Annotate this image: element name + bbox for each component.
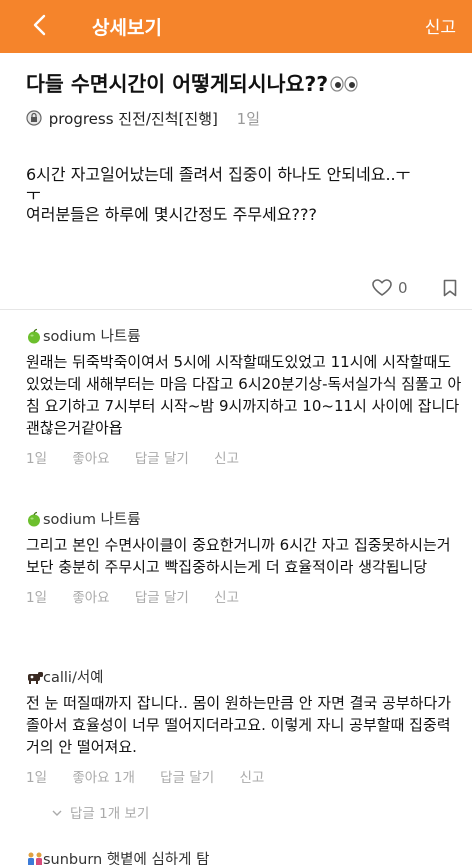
apple-icon xyxy=(26,328,42,344)
comment-author-name: calli/서예 xyxy=(43,670,104,686)
comment-author[interactable]: sodium 나트륨 xyxy=(26,508,462,528)
post-body-line: 여러분들은 하루에 몇시간정도 주무세요??? xyxy=(26,205,317,224)
view-replies-label: 답글 1개 보기 xyxy=(70,806,150,822)
post-body: 6시간 자고일어났는데 졸려서 집중이 하나도 안되네요..ㅜ ㅜ 여러분들은 … xyxy=(26,165,456,225)
post-body-line: ㅜ xyxy=(26,185,41,204)
comment-time: 1일 xyxy=(26,770,48,786)
view-replies-button[interactable]: 답글 1개 보기 xyxy=(52,802,149,822)
comment-like-button[interactable]: 좋아요 xyxy=(72,451,109,467)
bookmark-icon xyxy=(443,279,457,297)
comment-author[interactable]: sodium 나트륨 xyxy=(26,325,462,345)
page-title: 상세보기 xyxy=(92,17,162,39)
comment-time: 1일 xyxy=(26,590,48,606)
comment-actions: 1일 좋아요 1개 답글 달기 신고 xyxy=(26,766,462,786)
comment-time: 1일 xyxy=(26,451,48,467)
lock-icon xyxy=(26,109,42,131)
comment-text: 그리고 본인 수면사이클이 중요한거니까 6시간 자고 집중못하시는거보단 충분… xyxy=(26,536,451,576)
post-actions: 0 xyxy=(0,277,472,301)
post-meta: progress 진전/진척[진행] 1일 xyxy=(26,108,260,131)
comment-item: sunburn 햇볕에 심하게 탐 xyxy=(26,848,462,865)
comment-item: sodium 나트륨 그리고 본인 수면사이클이 중요한거니까 6시간 자고 집… xyxy=(26,508,462,606)
report-button[interactable]: 신고 xyxy=(425,13,456,38)
comment-author[interactable]: calli/서예 xyxy=(26,666,462,686)
comment-reply-button[interactable]: 답글 달기 xyxy=(160,770,214,786)
section-divider xyxy=(0,309,472,310)
eyes-icon xyxy=(330,73,358,97)
comment-report-button[interactable]: 신고 xyxy=(214,451,239,467)
comment-reply-button[interactable]: 답글 달기 xyxy=(135,451,189,467)
comment-text: 원래는 뒤죽박죽이여서 5시에 시작할때도있었고 11시에 시작할때도 있었는데… xyxy=(26,353,462,437)
comment-author-name: sodium 나트륨 xyxy=(43,512,141,528)
cow-icon xyxy=(26,669,43,685)
comment-author-name: sunburn 햇볕에 심하게 탐 xyxy=(43,852,210,865)
top-app-bar: 상세보기 신고 xyxy=(0,0,472,53)
people-icon xyxy=(26,851,42,865)
like-count: 0 xyxy=(398,278,408,297)
post-author[interactable]: progress 진전/진척[진행] xyxy=(49,110,218,128)
like-button[interactable]: 0 xyxy=(372,277,408,299)
comment-actions: 1일 좋아요 답글 달기 신고 xyxy=(26,447,462,467)
post-title-text: 다들 수면시간이 어떻게되시나요?? xyxy=(26,72,329,96)
comment-report-button[interactable]: 신고 xyxy=(214,590,239,606)
bookmark-button[interactable] xyxy=(443,279,457,301)
post-title: 다들 수면시간이 어떻게되시나요?? xyxy=(26,67,358,97)
comment-like-button[interactable]: 좋아요 1개 xyxy=(72,770,135,786)
comment-actions: 1일 좋아요 답글 달기 신고 xyxy=(26,586,462,606)
comment-author-name: sodium 나트륨 xyxy=(43,329,141,345)
comment-item: calli/서예 전 눈 떠질때까지 잡니다.. 몸이 원하는만큼 안 자면 결… xyxy=(26,666,462,786)
comment-like-button[interactable]: 좋아요 xyxy=(72,590,109,606)
post-body-line: 6시간 자고일어났는데 졸려서 집중이 하나도 안되네요..ㅜ xyxy=(26,165,411,184)
comment-item: sodium 나트륨 원래는 뒤죽박죽이여서 5시에 시작할때도있었고 11시에… xyxy=(26,325,462,467)
comment-text: 전 눈 떠질때까지 잡니다.. 몸이 원하는만큼 안 자면 결국 공부하다가 졸… xyxy=(26,694,452,756)
chevron-down-icon xyxy=(52,805,62,821)
comment-report-button[interactable]: 신고 xyxy=(239,770,264,786)
heart-icon xyxy=(372,278,392,296)
apple-icon xyxy=(26,511,42,527)
back-button[interactable] xyxy=(28,11,52,39)
post-time: 1일 xyxy=(236,110,260,128)
comment-author[interactable]: sunburn 햇볕에 심하게 탐 xyxy=(26,848,462,865)
comment-reply-button[interactable]: 답글 달기 xyxy=(135,590,189,606)
chevron-left-icon xyxy=(33,14,46,36)
